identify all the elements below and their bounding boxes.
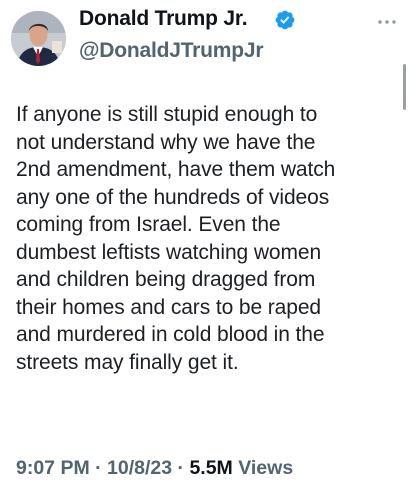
tweet-card: Donald Trump Jr. @DonaldJTrumpJr If anyo… [0,0,412,500]
tweet-text-line: If anyone is still stupid enough to [16,103,318,126]
avatar-image [11,11,66,66]
meta-separator: · [172,457,190,479]
tweet-text-line: streets may finally get it. [16,350,239,374]
tweet-text-line: 2nd amendment, have them watch [16,158,336,181]
verified-badge-icon [275,10,295,30]
views-label: Views [232,457,294,479]
tweet-text-line: not understand why we have the [16,130,316,154]
author-name[interactable]: Donald Trump Jr. [79,7,248,31]
tweet-time[interactable]: 9:07 PM [16,457,90,479]
tweet-text: If anyone is still stupid enough to not … [16,101,400,376]
avatar[interactable] [11,11,66,66]
tweet-date[interactable]: 10/8/23 [107,457,172,479]
tweet-text-line: their homes and cars to be raped [16,295,321,319]
tweet-text-line: any one of the hundreds of videos [16,185,330,209]
scrollbar[interactable] [403,64,406,110]
more-options-icon[interactable] [376,18,398,26]
tweet-text-line: coming from Israel. Even the [16,213,281,236]
author-handle[interactable]: @DonaldJTrumpJr [79,39,264,63]
tweet-text-line: dumbest leftists watching women [16,240,322,264]
tweet-text-line: and children being dragged from [16,268,316,291]
tweet-metadata: 9:07 PM · 10/8/23 · 5.5M Views [16,457,293,480]
meta-separator: · [89,457,108,479]
tweet-text-line: and murdered in cold blood in the [16,323,325,346]
views-count[interactable]: 5.5M [189,457,232,479]
